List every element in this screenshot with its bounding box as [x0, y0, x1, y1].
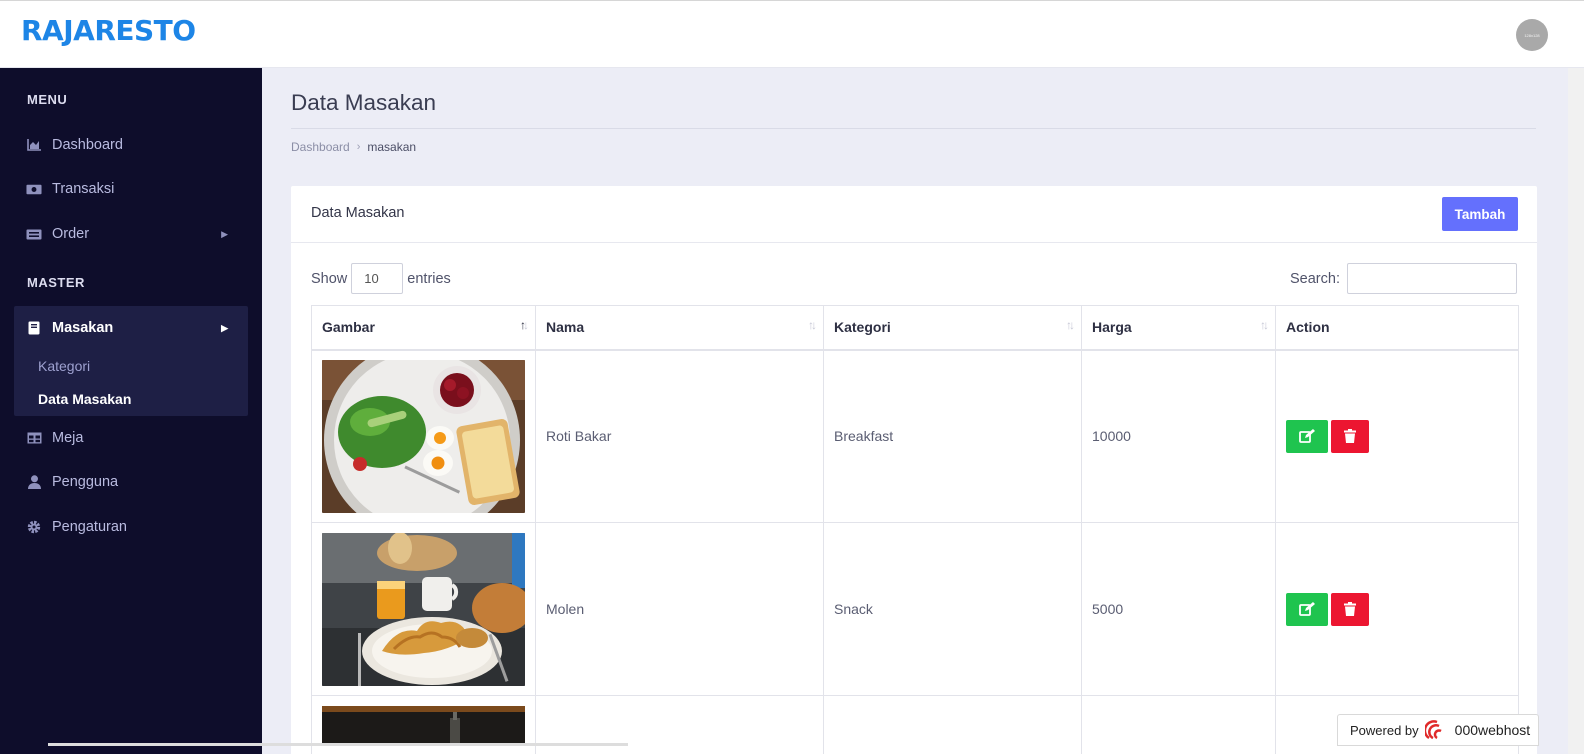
trash-icon: [1344, 429, 1356, 444]
horizontal-scrollbar[interactable]: [48, 743, 628, 746]
croissant-breakfast-photo: [322, 532, 525, 686]
cell-kategori: Snack: [823, 522, 1082, 696]
search-input[interactable]: [1346, 263, 1517, 294]
chart-area-icon: [26, 137, 42, 153]
entries-control: Show entries: [311, 263, 451, 294]
book-icon: [26, 320, 42, 336]
sidebar-item-transaksi[interactable]: Transaksi: [14, 172, 248, 206]
sidebar-item-label: Meja: [52, 430, 84, 446]
search-control: Search:: [1290, 263, 1517, 294]
column-header-gambar[interactable]: Gambar ↑↓: [311, 305, 536, 351]
avatar-placeholder-text: 128x128: [1524, 32, 1540, 38]
cell-nama: Roti Bakar: [535, 349, 824, 523]
sidebar-subitem-data-masakan[interactable]: Data Masakan: [38, 391, 131, 407]
column-header-kategori[interactable]: Kategori ↑↓: [823, 305, 1082, 351]
sidebar-item-label: Pengguna: [52, 474, 119, 490]
sort-icon: ↑↓: [1260, 318, 1269, 332]
webhost-logo-icon: [1424, 720, 1442, 740]
cell-kategori: Breakfast: [823, 349, 1082, 523]
cell-nama: Molen: [535, 522, 824, 696]
column-header-label: Nama: [546, 319, 585, 336]
dark-bottle-photo: [322, 706, 525, 746]
entries-label: entries: [407, 270, 451, 287]
search-label: Search:: [1290, 270, 1340, 287]
sidebar-item-masakan[interactable]: Masakan ▶: [14, 311, 248, 345]
avatar[interactable]: 128x128: [1516, 19, 1548, 51]
sidebar: MENU Dashboard Transaksi Order ▶ MASTER …: [0, 68, 262, 754]
card-title: Data Masakan: [311, 205, 405, 221]
trash-icon: [1344, 602, 1356, 616]
cell-harga: 10000: [1081, 349, 1276, 523]
brand-logo[interactable]: RAJARESTO: [21, 14, 196, 47]
breadcrumb-dashboard-link[interactable]: Dashboard: [291, 140, 350, 154]
data-card: Data Masakan Tambah Show entries Search:…: [291, 186, 1537, 754]
sidebar-section-master: MASTER: [27, 275, 85, 290]
powered-by-label: Powered by: [1350, 722, 1419, 738]
row-actions: [1286, 419, 1518, 453]
sidebar-item-meja[interactable]: Meja: [14, 421, 248, 455]
breakfast-plate-photo: [322, 359, 525, 513]
edit-button[interactable]: [1286, 419, 1328, 453]
sidebar-item-label: Order: [52, 226, 90, 242]
page-title: Data Masakan: [291, 90, 437, 115]
sidebar-item-pengaturan[interactable]: Pengaturan: [14, 510, 248, 544]
keyboard-icon: [26, 226, 42, 242]
table-header-row: Gambar ↑↓ Nama ↑↓ Kategori ↑↓ Harga ↑↓ Actio…: [311, 305, 1519, 351]
top-navbar: RAJARESTO 128x128: [0, 0, 1584, 68]
column-header-label: Harga: [1092, 319, 1132, 336]
edit-icon: [1299, 429, 1315, 444]
sort-asc-icon: ↑↓: [520, 318, 529, 332]
table-row: Molen Snack 5000: [311, 522, 1519, 696]
powered-by-brand: 000webhost: [1454, 722, 1531, 738]
cell-harga: [1081, 695, 1276, 754]
sort-icon: ↑↓: [1066, 318, 1075, 332]
page-scrollbar[interactable]: [1568, 68, 1584, 754]
cell-kategori: [823, 695, 1082, 754]
breadcrumb: Dashboard › masakan: [291, 140, 416, 154]
sidebar-item-label: Pengaturan: [52, 519, 127, 535]
edit-button[interactable]: [1286, 592, 1328, 626]
cell-harga: 5000: [1081, 522, 1276, 696]
table-row: Roti Bakar Breakfast 10000: [311, 349, 1519, 523]
breadcrumb-current: masakan: [367, 140, 417, 154]
column-header-action: Action: [1275, 305, 1519, 351]
cell-gambar: [311, 349, 536, 523]
delete-button[interactable]: [1331, 419, 1369, 453]
user-icon: [26, 474, 42, 490]
chevron-right-icon: ›: [356, 141, 361, 153]
gear-icon: [26, 519, 42, 535]
column-header-label: Action: [1286, 319, 1330, 336]
table-icon: [26, 430, 42, 446]
caret-right-icon: ▶: [221, 322, 228, 333]
delete-button[interactable]: [1331, 592, 1369, 626]
sidebar-subitem-kategori[interactable]: Kategori: [38, 358, 90, 374]
tambah-button[interactable]: Tambah: [1442, 197, 1518, 231]
column-header-harga[interactable]: Harga ↑↓: [1081, 305, 1276, 351]
masakan-table: Gambar ↑↓ Nama ↑↓ Kategori ↑↓ Harga ↑↓ Actio…: [311, 305, 1519, 754]
powered-by-badge[interactable]: Powered by 000webhost: [1337, 714, 1539, 746]
title-divider: [291, 128, 1536, 129]
sidebar-item-label: Dashboard: [52, 137, 123, 153]
sort-icon: ↑↓: [808, 318, 817, 332]
cell-gambar: [311, 522, 536, 696]
row-actions: [1286, 592, 1518, 626]
sidebar-item-pengguna[interactable]: Pengguna: [14, 465, 248, 499]
edit-icon: [1299, 602, 1315, 616]
card-header: Data Masakan Tambah: [291, 186, 1537, 243]
show-label: Show: [311, 270, 348, 287]
entries-length-select[interactable]: [351, 263, 404, 294]
sidebar-item-dashboard[interactable]: Dashboard: [14, 128, 248, 162]
sidebar-item-label: Masakan: [52, 320, 114, 336]
caret-right-icon: ▶: [221, 228, 228, 239]
sidebar-section-menu: MENU: [27, 92, 68, 107]
cell-action: [1275, 349, 1519, 523]
column-header-label: Kategori: [834, 319, 891, 336]
column-header-nama[interactable]: Nama ↑↓: [535, 305, 824, 351]
sidebar-item-order[interactable]: Order ▶: [14, 217, 248, 251]
sidebar-item-label: Transaksi: [52, 181, 115, 197]
money-bill-icon: [26, 181, 42, 197]
cell-action: [1275, 522, 1519, 696]
column-header-label: Gambar: [322, 319, 375, 336]
